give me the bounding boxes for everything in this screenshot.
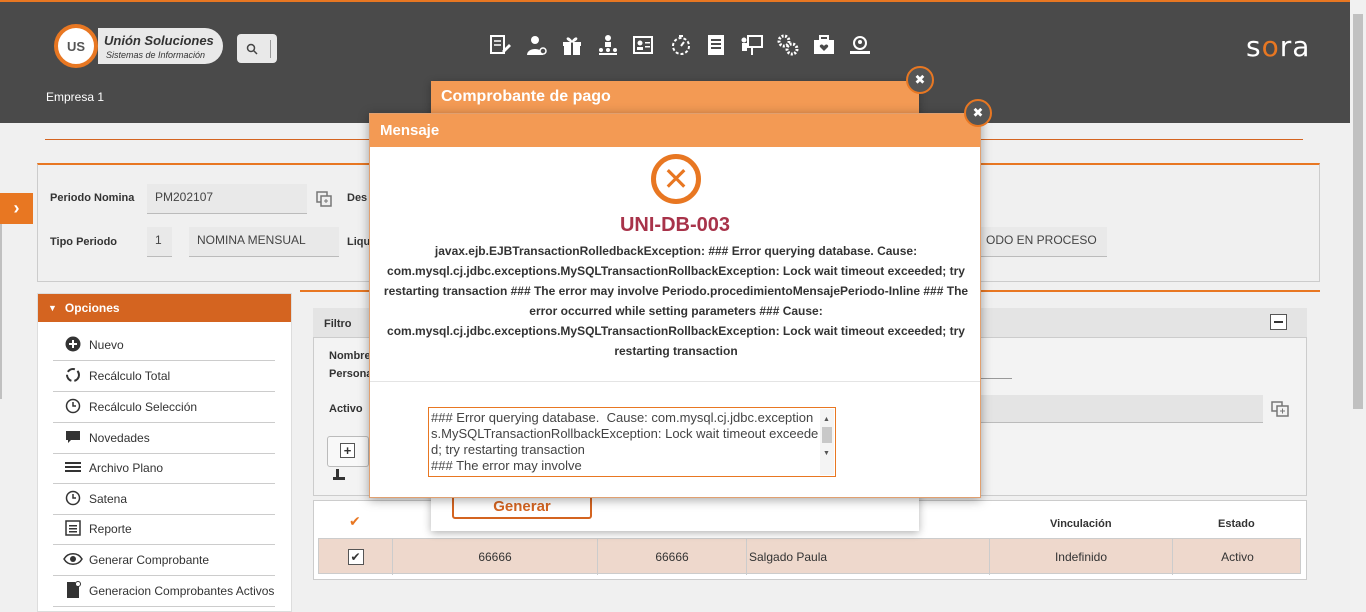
row-checkbox[interactable]: ✔	[347, 549, 364, 565]
tipo-code-field[interactable]: 1	[147, 227, 172, 257]
search-icon	[246, 43, 258, 55]
estado-periodo-field[interactable]: ODO EN PROCESO	[978, 227, 1107, 257]
scroll-up-icon[interactable]: ▲	[823, 412, 830, 428]
scroll-down-icon[interactable]: ▼	[823, 446, 830, 462]
logo-title: Unión Soluciones	[104, 33, 214, 48]
comprobante-dialog-title: Comprobante de pago	[431, 81, 919, 113]
comment-icon	[61, 429, 85, 448]
lookup-icon[interactable]	[1271, 401, 1289, 417]
column-header-vinculacion[interactable]: Vinculación	[1050, 518, 1112, 530]
sora-brand: sora	[1246, 30, 1311, 63]
briefcase-heart-icon[interactable]	[812, 32, 836, 58]
close-icon: ✖	[972, 105, 984, 120]
checkmark-icon: ✔	[349, 513, 361, 529]
lines-icon	[61, 459, 85, 478]
stopwatch-icon[interactable]	[668, 32, 692, 58]
close-comprobante-button[interactable]: ✖	[906, 66, 934, 94]
option-reporte[interactable]: Reporte	[53, 514, 275, 545]
list-icon	[61, 519, 85, 539]
caret-down-icon: ▼	[48, 303, 57, 313]
cell-vinculacion: Indefinido	[990, 539, 1173, 575]
add-filter-button[interactable]: +	[327, 436, 369, 467]
plus-icon: +	[340, 443, 355, 458]
close-message-button[interactable]: ✖	[964, 99, 992, 127]
refresh-icon	[61, 367, 85, 386]
option-novedades[interactable]: Novedades	[53, 423, 275, 454]
clock-icon	[61, 398, 85, 417]
filter-input[interactable]	[960, 395, 1263, 423]
company-name: Empresa 1	[46, 90, 105, 104]
close-icon: ✖	[914, 72, 926, 87]
cell-nombre: Salgado Paula	[747, 539, 990, 575]
clear-filter-icon[interactable]	[332, 468, 346, 482]
gift-icon[interactable]	[560, 32, 584, 58]
cell-col1: 66666	[393, 539, 598, 575]
org-chart-icon[interactable]	[596, 32, 620, 58]
page-scrollbar[interactable]	[1350, 0, 1366, 612]
error-icon: ✕	[651, 154, 701, 204]
periodo-label: Periodo Nomina	[50, 192, 135, 204]
option-recalculo-seleccion[interactable]: Recálculo Selección	[53, 392, 275, 423]
collapse-button[interactable]	[1270, 314, 1287, 330]
people-search-icon[interactable]	[848, 32, 872, 58]
message-dialog: Mensaje ✕ UNI-DB-003 javax.ejb.EJBTransa…	[369, 113, 981, 498]
textarea-scrollbar[interactable]: ▲ ▼	[820, 409, 834, 475]
liq-label: Liqu	[347, 236, 371, 248]
presentation-icon[interactable]	[740, 32, 764, 58]
gears-icon[interactable]	[776, 32, 800, 58]
option-recalculo-total[interactable]: Recálculo Total	[53, 361, 275, 392]
file-icon	[61, 580, 85, 602]
cell-estado: Activo	[1221, 550, 1254, 564]
tipo-value-field[interactable]: NOMINA MENSUAL	[189, 227, 339, 257]
nombre-label: Nombre	[329, 350, 371, 362]
table-row[interactable]: ✔ 66666 66666 Salgado Paula Indefinido A…	[318, 538, 1301, 575]
option-nuevo[interactable]: Nuevo	[53, 330, 275, 361]
main-nav	[488, 32, 872, 58]
report-icon[interactable]	[704, 32, 728, 58]
logo-mark: US	[54, 24, 98, 68]
desc-label: Des	[347, 192, 368, 204]
row-checkbox-cell[interactable]: ✔	[319, 539, 393, 575]
option-generar-comprobante[interactable]: Generar Comprobante	[53, 545, 275, 576]
clock-icon	[61, 490, 85, 509]
expand-sidebar-button[interactable]: ›	[0, 193, 33, 224]
activo-label: Activo	[329, 403, 363, 415]
logo-subtitle: Sistemas de Información	[106, 50, 206, 60]
id-card-icon[interactable]	[632, 32, 656, 58]
option-satena[interactable]: Satena	[53, 484, 275, 515]
tipo-periodo-label: Tipo Periodo	[50, 236, 118, 248]
persona-label: Persona	[329, 368, 373, 380]
search-button[interactable]	[237, 34, 277, 63]
error-code: UNI-DB-003	[619, 214, 731, 236]
plus-circle-icon	[61, 336, 85, 355]
periodo-field[interactable]: PM202107	[147, 184, 307, 214]
column-header-estado[interactable]: Estado	[1218, 518, 1255, 530]
option-generacion-comprobantes-activos[interactable]: Generacion Comprobantes Activos	[53, 576, 275, 607]
chevron-right-icon: ›	[13, 198, 20, 218]
user-settings-icon[interactable]	[524, 32, 548, 58]
eye-icon	[61, 552, 85, 569]
options-header[interactable]: ▼ Opciones	[38, 294, 291, 322]
message-dialog-title: Mensaje	[370, 114, 980, 147]
error-message: javax.ejb.EJBTransactionRolledbackExcept…	[383, 244, 969, 358]
lookup-icon[interactable]	[316, 191, 332, 207]
error-detail-textarea[interactable]: ### Error querying database. Cause: com.…	[428, 407, 836, 477]
company-logo: US Unión Soluciones Sistemas de Informac…	[54, 24, 224, 70]
document-edit-icon[interactable]	[488, 32, 512, 58]
option-archivo-plano[interactable]: Archivo Plano	[53, 453, 275, 484]
cell-col2: 66666	[598, 539, 747, 575]
